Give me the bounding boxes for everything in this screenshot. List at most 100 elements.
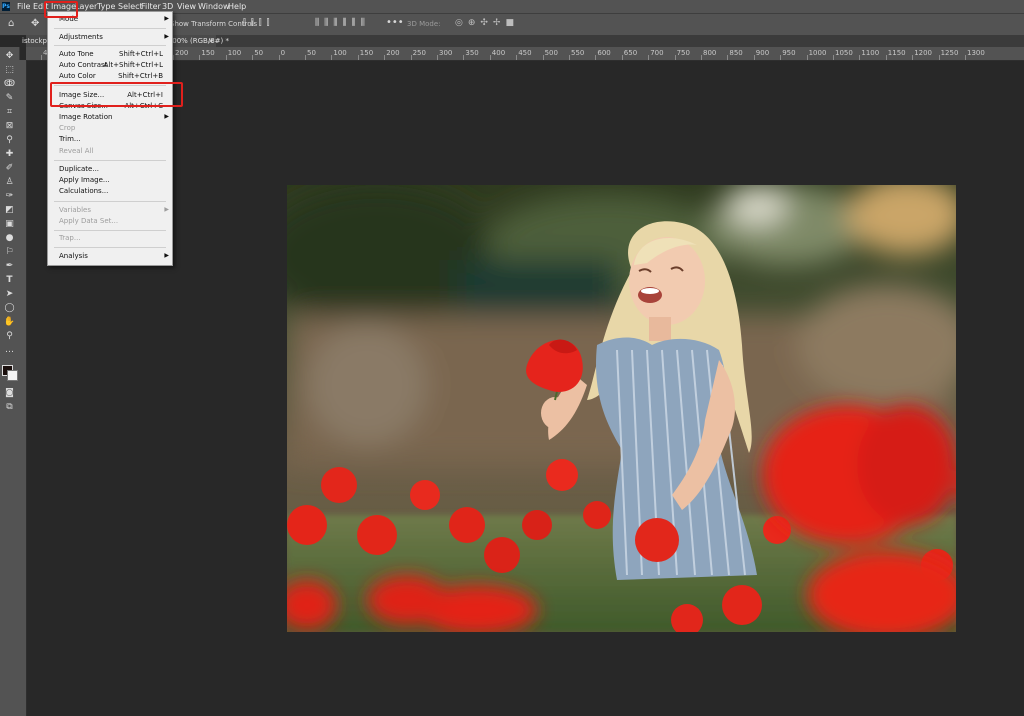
menu-item-auto-contrast[interactable]: Auto Contrast Alt+Shift+Ctrl+L [48,60,172,71]
menu-item-variables[interactable]: Variables ▶ [48,205,172,216]
menu-item-apply-data-set[interactable]: Apply Data Set... [48,216,172,227]
menu-item-image-rotation[interactable]: Image Rotation ▶ [48,112,172,123]
menu-item-reveal-all[interactable]: Reveal All [48,146,172,157]
menu-layer[interactable]: Layer [75,2,97,11]
ruler-tick [780,55,782,60]
submenu-arrow-icon: ▶ [164,33,169,40]
vertical-ruler [19,60,27,716]
hand-icon[interactable]: ✋ [3,316,16,328]
ruler-label: 1100 [861,49,880,57]
ruler-tick [648,55,650,60]
image-menu-dropdown: Mode ▶ Adjustments ▶ Auto Tone Shift+Ctr… [47,11,173,266]
background-color-swatch[interactable] [7,370,18,381]
ruler-label: 700 [650,49,664,57]
lasso-icon[interactable]: ↂ [3,78,16,90]
document-tab-bar: istockphoto-1192937389-612x612.jpg @ 100… [22,35,1024,47]
menu-select[interactable]: Select [118,2,143,11]
menu-item-apply-image[interactable]: Apply Image... [48,175,172,186]
menu-separator [54,45,166,46]
menu-item-duplicate[interactable]: Duplicate... [48,164,172,175]
ruler-label: 50 [307,49,316,57]
ruler-label: 500 [544,49,558,57]
ruler-tick [833,55,834,60]
menu-file[interactable]: File [17,2,30,11]
ruler-tick [621,55,623,60]
menu-separator [54,247,166,248]
healing-icon[interactable]: ✚ [3,148,16,160]
ruler-tick [173,55,174,60]
distribute-icons[interactable]: ⫼⫼⫼⫼⫼⫼ [315,18,370,28]
move-icon[interactable]: ✥ [3,50,16,62]
ruler-tick [938,55,940,60]
quick-mask-icon[interactable]: ◙ [3,387,16,399]
menu-item-trim[interactable]: Trim... [48,134,172,145]
horizontal-ruler: 4504003503002502001501005005010015020025… [26,47,1024,61]
stamp-icon[interactable]: ♙ [3,176,16,188]
image-size-highlight [50,82,183,107]
menu-window[interactable]: Window [198,2,230,11]
more-options-icon[interactable]: ••• [386,17,404,28]
ruler-label: 750 [676,49,690,57]
ruler-tick [331,55,333,60]
close-tab-icon[interactable]: × [208,37,214,45]
ruler-tick [252,55,254,60]
path-select-icon[interactable]: ➤ [3,288,16,300]
ruler-tick [278,55,280,60]
ruler-tick [357,55,359,60]
image-menu-highlight [44,1,78,18]
frame-icon[interactable]: ⊠ [3,120,16,132]
menu-item-auto-tone[interactable]: Auto Tone Shift+Ctrl+L [48,49,172,60]
ruler-tick [489,55,491,60]
ruler-label: 150 [359,49,374,57]
ruler-tick [674,55,676,60]
menu-item-adjustments[interactable]: Adjustments ▶ [48,32,172,43]
gradient-icon[interactable]: ▣ [3,218,16,230]
3d-mode-icons[interactable]: ◎⊕✣✢■ [455,18,519,28]
blur-icon[interactable]: ● [3,232,16,244]
ruler-label: 950 [782,49,796,57]
ruler-label: 50 [254,49,264,57]
ruler-tick [912,55,914,60]
menu-item-trap[interactable]: Trap... [48,233,172,244]
ruler-tick [305,55,306,60]
quick-select-icon[interactable]: ✎ [3,92,16,104]
photoshop-logo-icon: Ps [2,2,10,11]
zoom-icon[interactable]: ⚲ [3,330,16,342]
align-icons[interactable]: ⫿⫿⫿⫿ [243,18,275,28]
menu-help[interactable]: Help [228,2,246,11]
ruler-tick [542,55,544,60]
history-brush-icon[interactable]: ✑ [3,190,16,202]
ruler-tick [463,55,465,60]
menu-item-crop[interactable]: Crop [48,123,172,134]
crop-icon[interactable]: ⌗ [3,106,16,118]
type-icon[interactable]: T [3,274,16,286]
screen-mode-icon[interactable]: ⧉ [3,401,16,413]
ruler-label: 0 [280,49,286,57]
photo [287,185,956,632]
ruler-tick [753,55,755,60]
menu-item-auto-color[interactable]: Auto Color Shift+Ctrl+B [48,71,172,82]
eyedropper-icon[interactable]: ⚲ [3,134,16,146]
menu-type[interactable]: Type [97,2,115,11]
more-tools-icon[interactable]: … [3,344,16,356]
ruler-tick [595,55,597,60]
menu-filter[interactable]: Filter [141,2,161,11]
ruler-label: 900 [755,49,770,57]
menu-view[interactable]: View [177,2,196,11]
ruler-tick [225,55,227,60]
pen-icon[interactable]: ✒ [3,260,16,272]
photo-illustration [287,185,956,632]
ruler-label: 1200 [914,49,933,57]
marquee-icon[interactable]: ⬚ [3,64,16,76]
ruler-tick [727,55,729,60]
dodge-icon[interactable]: ⚐ [3,246,16,258]
ellipse-icon[interactable]: ◯ [3,302,16,314]
move-tool-icon[interactable]: ✥ [31,18,39,29]
menu-item-calculations[interactable]: Calculations... [48,186,172,197]
menu-item-analysis[interactable]: Analysis ▶ [48,251,172,262]
home-icon[interactable]: ⌂ [8,18,14,29]
ruler-label: 550 [571,49,585,57]
eraser-icon[interactable]: ◩ [3,204,16,216]
brush-icon[interactable]: ✐ [3,162,16,174]
menu-3d[interactable]: 3D [162,2,173,11]
